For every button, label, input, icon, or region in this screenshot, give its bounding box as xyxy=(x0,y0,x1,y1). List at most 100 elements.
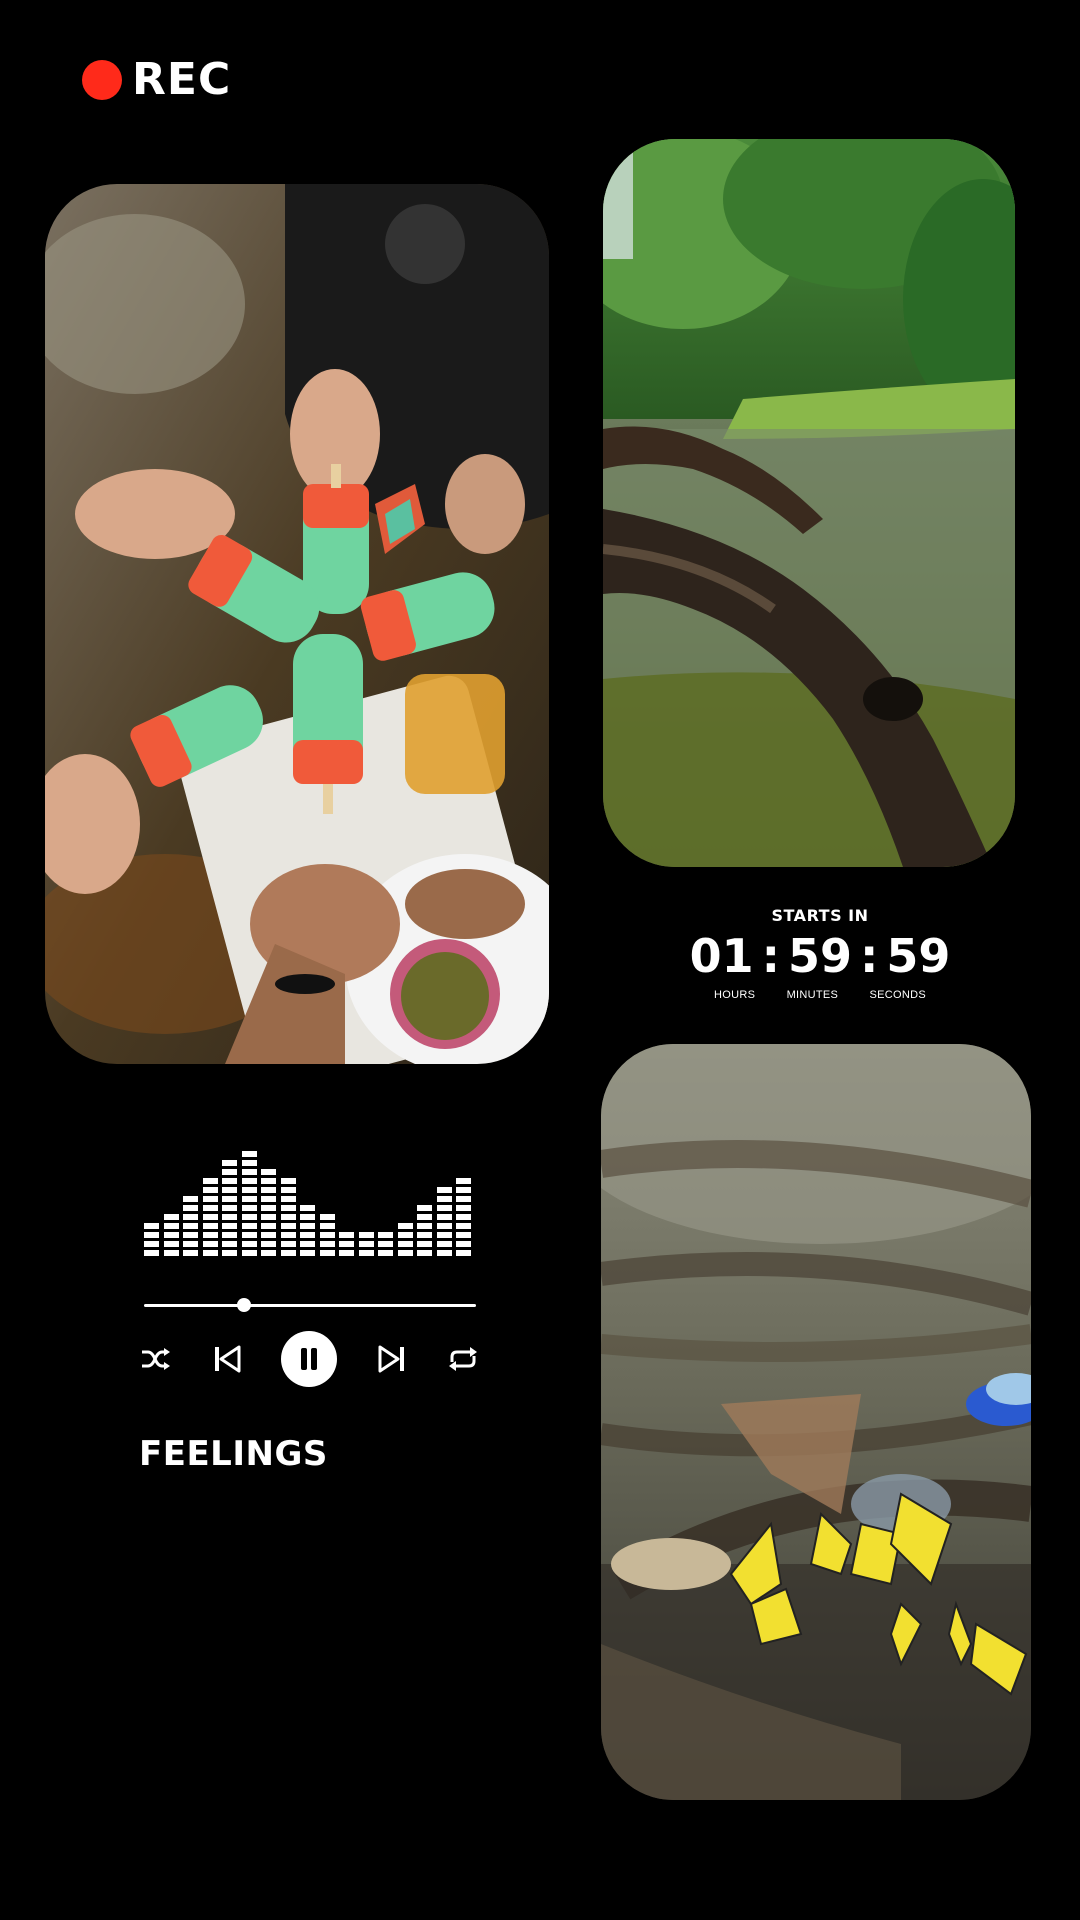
equalizer-segment xyxy=(222,1214,237,1220)
equalizer-segment xyxy=(358,1250,374,1256)
equalizer-segment xyxy=(241,1232,257,1238)
equalizer-segment xyxy=(261,1214,276,1220)
equalizer-segment xyxy=(456,1250,471,1256)
equalizer-segment xyxy=(222,1160,237,1166)
shuffle-button[interactable] xyxy=(140,1346,172,1372)
equalizer-segment xyxy=(436,1250,452,1256)
skip-previous-icon xyxy=(214,1345,240,1373)
equalizer-segment xyxy=(202,1205,218,1211)
countdown-title: STARTS IN xyxy=(771,906,869,925)
equalizer-segment xyxy=(456,1232,471,1238)
equalizer-segment xyxy=(183,1250,198,1256)
equalizer-segment xyxy=(280,1232,296,1238)
equalizer-segment xyxy=(222,1223,237,1229)
photo-popsicles[interactable] xyxy=(45,184,549,1064)
equalizer-segment xyxy=(436,1196,452,1202)
equalizer-segment xyxy=(222,1196,237,1202)
equalizer-segment xyxy=(183,1205,198,1211)
equalizer-segment xyxy=(241,1223,257,1229)
equalizer-segment xyxy=(261,1169,276,1175)
equalizer-segment xyxy=(202,1241,218,1247)
equalizer-bar xyxy=(241,1148,257,1256)
equalizer-segment xyxy=(261,1232,276,1238)
equalizer-segment xyxy=(300,1205,315,1211)
equalizer-bar xyxy=(397,1220,413,1256)
equalizer-segment xyxy=(261,1196,276,1202)
equalizer-segment xyxy=(222,1169,237,1175)
equalizer-segment xyxy=(319,1214,335,1220)
countdown-seconds: 59 xyxy=(886,929,951,983)
equalizer-segment xyxy=(456,1223,471,1229)
equalizer-bar xyxy=(144,1220,159,1256)
equalizer-bar xyxy=(339,1229,354,1256)
equalizer-segment xyxy=(202,1250,218,1256)
next-button[interactable] xyxy=(377,1344,407,1374)
player-controls xyxy=(140,1330,480,1388)
equalizer-bar xyxy=(456,1175,471,1256)
equalizer-segment xyxy=(300,1214,315,1220)
story-page: REC STARTS IN 01: 59: 59 HOURS MINUTES… xyxy=(0,0,1080,1920)
playback-progress-bar[interactable] xyxy=(144,1298,476,1312)
equalizer-segment xyxy=(241,1250,257,1256)
equalizer-segment xyxy=(241,1151,257,1157)
equalizer-segment xyxy=(378,1250,393,1256)
equalizer-segment xyxy=(378,1232,393,1238)
equalizer-segment xyxy=(222,1241,237,1247)
repeat-button[interactable] xyxy=(446,1346,480,1372)
equalizer-segment xyxy=(280,1214,296,1220)
equalizer-segment xyxy=(222,1205,237,1211)
pause-icon xyxy=(301,1348,317,1370)
equalizer-segment xyxy=(417,1232,432,1238)
equalizer-segment xyxy=(417,1223,432,1229)
repeat-icon xyxy=(449,1347,477,1371)
equalizer-bar xyxy=(183,1193,198,1256)
countdown-separator: : xyxy=(860,929,879,983)
photo-river[interactable] xyxy=(603,139,1015,867)
equalizer-segment xyxy=(300,1223,315,1229)
equalizer-segment xyxy=(241,1178,257,1184)
hours-label: HOURS xyxy=(714,989,756,1001)
recording-indicator: REC xyxy=(82,54,231,105)
equalizer-segment xyxy=(163,1232,179,1238)
equalizer-segment xyxy=(241,1241,257,1247)
progress-knob[interactable] xyxy=(236,1298,251,1312)
equalizer-segment xyxy=(222,1250,237,1256)
equalizer-segment xyxy=(300,1232,315,1238)
previous-button[interactable] xyxy=(212,1344,242,1374)
equalizer-bar xyxy=(319,1211,335,1256)
equalizer-segment xyxy=(222,1232,237,1238)
equalizer-segment xyxy=(261,1223,276,1229)
equalizer-segment xyxy=(358,1241,374,1247)
countdown-digits: 01 : 59 : 59 xyxy=(690,929,951,983)
equalizer-segment xyxy=(319,1223,335,1229)
equalizer-bar xyxy=(436,1184,452,1256)
photo-butterflies[interactable] xyxy=(601,1044,1031,1800)
equalizer-segment xyxy=(202,1232,218,1238)
equalizer-segment xyxy=(241,1214,257,1220)
recording-label: REC xyxy=(132,54,232,105)
audio-equalizer xyxy=(144,1116,478,1256)
equalizer-segment xyxy=(241,1160,257,1166)
countdown-timer: STARTS IN 01 : 59 : 59 HOURS MINUTES SEC… xyxy=(690,906,951,1001)
equalizer-segment xyxy=(436,1232,452,1238)
equalizer-bar xyxy=(378,1229,393,1256)
equalizer-segment xyxy=(339,1241,354,1247)
equalizer-segment xyxy=(300,1241,315,1247)
equalizer-segment xyxy=(300,1250,315,1256)
equalizer-segment xyxy=(241,1169,257,1175)
skip-next-icon xyxy=(378,1345,404,1373)
equalizer-segment xyxy=(280,1250,296,1256)
equalizer-segment xyxy=(261,1205,276,1211)
equalizer-segment xyxy=(163,1250,179,1256)
countdown-separator: : xyxy=(761,929,780,983)
equalizer-segment xyxy=(202,1214,218,1220)
equalizer-segment xyxy=(202,1196,218,1202)
equalizer-bar xyxy=(417,1202,432,1256)
equalizer-segment xyxy=(241,1196,257,1202)
equalizer-segment xyxy=(280,1196,296,1202)
butterflies-image xyxy=(601,1044,1031,1800)
shuffle-icon xyxy=(142,1348,170,1370)
countdown-minutes: 59 xyxy=(788,929,853,983)
pause-button[interactable] xyxy=(281,1331,337,1387)
equalizer-segment xyxy=(436,1187,452,1193)
